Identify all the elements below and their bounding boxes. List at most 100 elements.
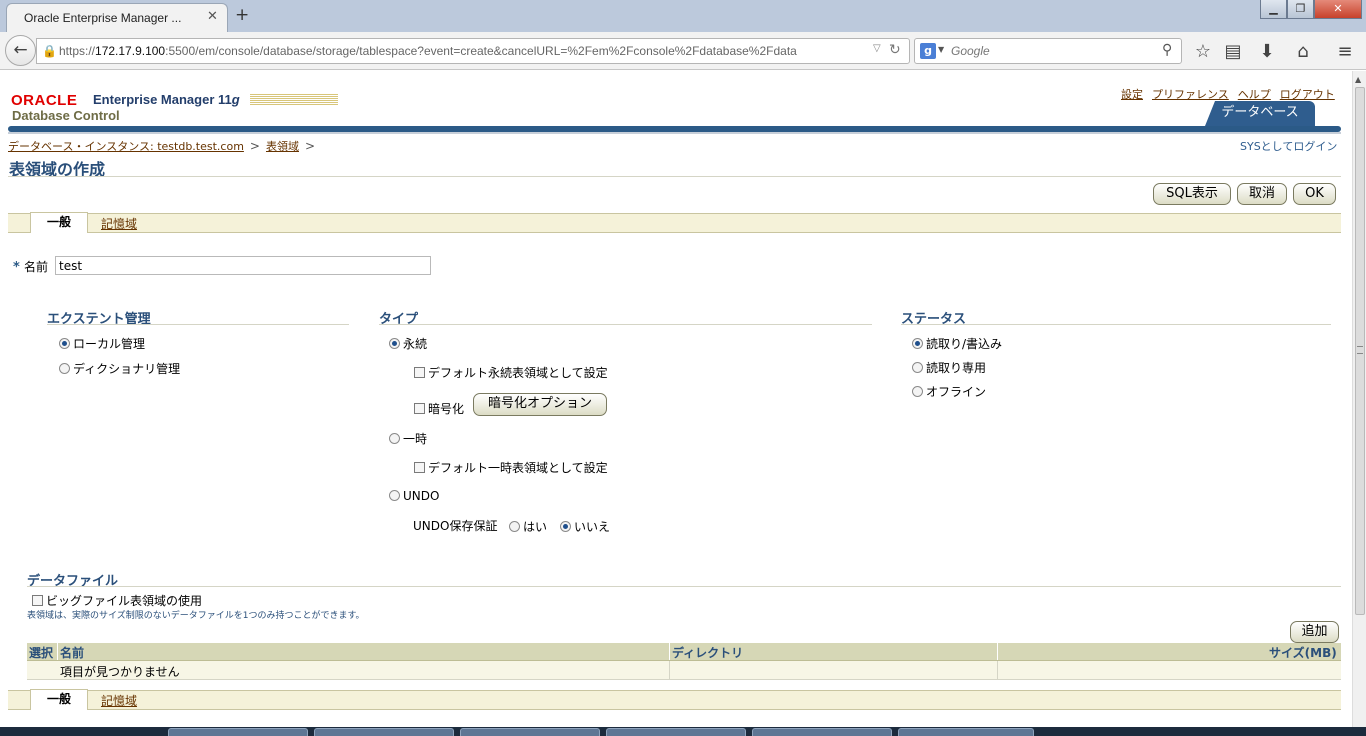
extent-dictionary-option[interactable]: ディクショナリ管理 — [59, 360, 180, 377]
breadcrumb-separator: > — [304, 139, 316, 153]
add-datafile-button[interactable]: 追加 — [1290, 621, 1339, 643]
bookmarks-list-icon[interactable]: ▤ — [1220, 41, 1246, 62]
window-controls: ▁ ❐ ✕ — [1260, 0, 1366, 20]
bookmark-star-icon[interactable]: ☆ — [1190, 41, 1216, 62]
taskbar-item[interactable] — [168, 728, 308, 736]
name-label: 名前 — [24, 260, 49, 274]
home-icon[interactable]: ⌂ — [1290, 41, 1316, 62]
tab-database[interactable]: データベース — [1205, 101, 1315, 126]
extent-local-option[interactable]: ローカル管理 — [59, 335, 145, 352]
minimize-button[interactable]: ▁ — [1260, 0, 1287, 19]
browser-tab[interactable]: Oracle Enterprise Manager ... ✕ — [6, 3, 228, 32]
taskbar-item[interactable] — [898, 728, 1034, 736]
search-input[interactable]: Google — [951, 44, 990, 58]
taskbar-item[interactable] — [606, 728, 746, 736]
default-permanent-checkbox[interactable]: デフォルト永続表領域として設定 — [414, 364, 608, 381]
required-mark: * — [13, 260, 20, 275]
radio-icon[interactable] — [912, 362, 923, 373]
browser-navbar: ← 🔒 https://172.17.9.100:5500/em/console… — [0, 32, 1366, 70]
type-undo-option[interactable]: UNDO — [389, 489, 439, 503]
tab-storage-bottom[interactable]: 記憶域 — [101, 692, 137, 709]
undo-retention-label: UNDO保存保証 — [413, 519, 498, 533]
undo-retention-no[interactable]: いいえ — [560, 518, 610, 535]
preferences-link[interactable]: プリファレンス — [1152, 88, 1229, 101]
datafile-divider — [27, 586, 1341, 587]
taskbar-item[interactable] — [752, 728, 892, 736]
taskbar-item[interactable] — [314, 728, 454, 736]
breadcrumb-separator: > — [249, 139, 260, 153]
title-divider — [8, 176, 1341, 177]
radio-icon[interactable] — [59, 338, 70, 349]
tab-title: Oracle Enterprise Manager ... — [24, 11, 182, 25]
scroll-thumb[interactable] — [1355, 87, 1365, 615]
column-name: 名前 — [60, 646, 85, 660]
radio-icon[interactable] — [560, 521, 571, 532]
cancel-button[interactable]: 取消 — [1237, 183, 1287, 205]
page-scrollbar[interactable]: ▲ — [1352, 71, 1366, 727]
checkbox-icon[interactable] — [414, 403, 425, 414]
google-engine-icon[interactable]: g — [920, 43, 936, 59]
engine-dropdown-icon[interactable]: ▼ — [938, 45, 944, 54]
type-divider — [379, 324, 872, 325]
name-input[interactable] — [55, 256, 431, 275]
encrypt-options-button[interactable]: 暗号化オプション — [473, 393, 607, 416]
type-permanent-option[interactable]: 永続 — [389, 335, 427, 352]
back-button[interactable]: ← — [5, 35, 36, 66]
oracle-logo: ORACLE — [11, 92, 78, 109]
status-offline-option[interactable]: オフライン — [912, 383, 986, 400]
search-icon[interactable]: ⚲ — [1162, 42, 1172, 58]
radio-icon[interactable] — [389, 490, 400, 501]
breadcrumb-instance[interactable]: データベース・インスタンス: testdb.test.com — [8, 140, 244, 153]
new-tab-icon[interactable]: + — [235, 5, 249, 25]
taskbar-item[interactable] — [460, 728, 600, 736]
close-tab-icon[interactable]: ✕ — [207, 9, 218, 24]
logo-subtitle: Database Control — [12, 108, 120, 123]
empty-message: 項目が見つかりません — [60, 665, 180, 679]
settings-link[interactable]: 設定 — [1121, 88, 1143, 101]
radio-icon[interactable] — [912, 338, 923, 349]
browser-titlebar: Oracle Enterprise Manager ... ✕ + ▁ ❐ ✕ — [0, 0, 1366, 32]
breadcrumb-tablespaces[interactable]: 表領域 — [266, 140, 299, 153]
logo-stripes — [250, 93, 338, 106]
checkbox-icon[interactable] — [32, 595, 43, 606]
radio-icon[interactable] — [59, 363, 70, 374]
search-bar[interactable]: g ▼ Google ⚲ — [914, 38, 1182, 64]
status-divider — [901, 324, 1331, 325]
checkbox-icon[interactable] — [414, 367, 425, 378]
radio-icon[interactable] — [912, 386, 923, 397]
url-bar[interactable]: 🔒 https://172.17.9.100:5500/em/console/d… — [36, 38, 910, 64]
help-link[interactable]: ヘルプ — [1238, 88, 1271, 101]
status-readonly-option[interactable]: 読取り専用 — [912, 359, 986, 376]
scroll-up-icon[interactable]: ▲ — [1355, 75, 1361, 84]
datafile-table-header: 選択 名前 ディレクトリ サイズ(MB) — [27, 643, 1341, 661]
tab-storage[interactable]: 記憶域 — [101, 215, 137, 232]
encrypt-checkbox[interactable]: 暗号化 — [414, 400, 464, 417]
radio-icon[interactable] — [389, 338, 400, 349]
menu-icon[interactable]: ≡ — [1332, 41, 1358, 62]
default-temporary-checkbox[interactable]: デフォルト一時表領域として設定 — [414, 459, 608, 476]
sys-login-status: SYSとしてログイン — [1240, 140, 1338, 153]
logout-link[interactable]: ログアウト — [1280, 88, 1335, 101]
status-readwrite-option[interactable]: 読取り/書込み — [912, 335, 1002, 352]
show-sql-button[interactable]: SQL表示 — [1153, 183, 1231, 205]
url-text: https://172.17.9.100:5500/em/console/dat… — [59, 44, 797, 58]
url-dropdown-icon[interactable]: ▽ — [873, 43, 881, 54]
page-content: ORACLE Enterprise Manager 11g Database C… — [0, 71, 1352, 727]
tab-general[interactable]: 一般 — [30, 212, 88, 233]
tab-general-bottom[interactable]: 一般 — [30, 689, 88, 710]
header-shadow — [8, 132, 1341, 134]
subtab-bar: 一般 記憶域 — [8, 212, 1341, 233]
radio-icon[interactable] — [389, 433, 400, 444]
radio-icon[interactable] — [509, 521, 520, 532]
em-logo: Enterprise Manager 11g — [93, 92, 240, 107]
checkbox-icon[interactable] — [414, 462, 425, 473]
ok-button[interactable]: OK — [1293, 183, 1336, 205]
type-temporary-option[interactable]: 一時 — [389, 430, 427, 447]
download-icon[interactable]: ⬇ — [1254, 41, 1280, 62]
reload-icon[interactable]: ↻ — [889, 42, 901, 58]
undo-retention-yes[interactable]: はい — [509, 518, 547, 535]
maximize-button[interactable]: ❐ — [1287, 0, 1314, 19]
close-window-button[interactable]: ✕ — [1314, 0, 1362, 19]
bigfile-checkbox[interactable]: ビッグファイル表領域の使用 — [32, 592, 202, 609]
column-select: 選択 — [29, 646, 54, 660]
